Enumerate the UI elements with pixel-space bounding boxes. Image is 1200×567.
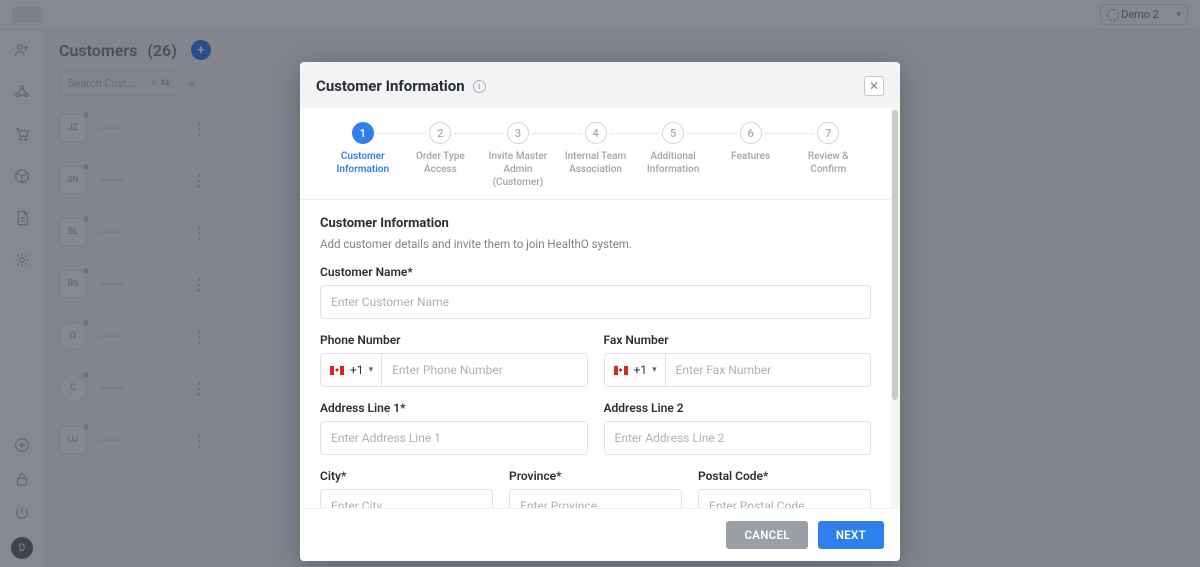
fax-input[interactable]: [665, 353, 871, 387]
province-label: Province*: [509, 469, 682, 483]
step-team-assoc[interactable]: 4Internal Team Association: [557, 122, 635, 189]
postal-input[interactable]: [698, 489, 871, 508]
addr2-label: Address Line 2: [604, 401, 872, 415]
phone-country-code: +1: [350, 363, 364, 377]
addr1-label: Address Line 1*: [320, 401, 588, 415]
modal-title: Customer Information: [316, 77, 465, 95]
next-button[interactable]: NEXT: [818, 521, 884, 549]
phone-country-select[interactable]: +1 ▾: [320, 353, 381, 387]
step-review[interactable]: 7Review & Confirm: [789, 122, 867, 189]
addr2-input[interactable]: [604, 421, 872, 455]
step-additional-info[interactable]: 5Additional Information: [634, 122, 712, 189]
step-features[interactable]: 6Features: [712, 122, 790, 189]
province-input[interactable]: [509, 489, 682, 508]
flag-canada-icon: [613, 365, 629, 376]
step-invite-admin[interactable]: 3Invite Master Admin (Customer): [479, 122, 557, 189]
info-icon[interactable]: i: [473, 80, 486, 93]
section-subtitle: Add customer details and invite them to …: [320, 237, 871, 251]
postal-label: Postal Code*: [698, 469, 871, 483]
scrollbar-thumb[interactable]: [892, 110, 898, 400]
city-input[interactable]: [320, 489, 493, 508]
fax-country-select[interactable]: +1 ▾: [604, 353, 665, 387]
city-label: City*: [320, 469, 493, 483]
phone-input[interactable]: [381, 353, 587, 387]
phone-label: Phone Number: [320, 333, 588, 347]
step-order-type[interactable]: 2Order Type Access: [402, 122, 480, 189]
customer-name-input[interactable]: [320, 285, 871, 319]
fax-label: Fax Number: [604, 333, 872, 347]
flag-canada-icon: [329, 365, 345, 376]
customer-info-modal: Customer Information i ✕ 1Customer Infor…: [300, 62, 900, 561]
addr1-input[interactable]: [320, 421, 588, 455]
step-customer-info[interactable]: 1Customer Information: [324, 122, 402, 189]
stepper: 1Customer Information 2Order Type Access…: [300, 108, 891, 200]
modal-overlay: Customer Information i ✕ 1Customer Infor…: [0, 0, 1200, 567]
cancel-button[interactable]: CANCEL: [726, 521, 807, 549]
chevron-down-icon: ▾: [652, 365, 657, 375]
customer-name-label: Customer Name*: [320, 265, 871, 279]
chevron-down-icon: ▾: [369, 365, 374, 375]
scrollbar[interactable]: [891, 108, 900, 508]
section-title: Customer Information: [320, 216, 871, 231]
fax-country-code: +1: [634, 363, 648, 377]
close-button[interactable]: ✕: [864, 76, 884, 96]
